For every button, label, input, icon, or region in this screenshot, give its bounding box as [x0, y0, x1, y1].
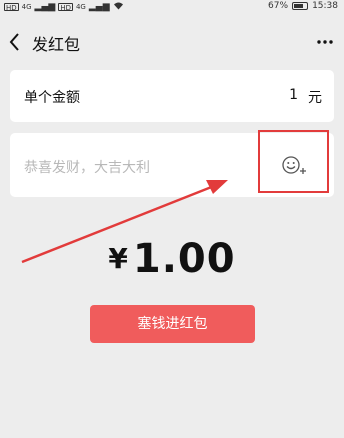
battery-percent: 67%: [268, 1, 289, 11]
hd-badge-2: HD: [58, 3, 73, 12]
annotation-highlight-box: [258, 130, 329, 193]
signal-4g-label: 4G: [21, 3, 32, 11]
amount-label: 单个金额: [24, 90, 80, 106]
amount-value[interactable]: 1: [289, 87, 298, 107]
amount-row[interactable]: 单个金额 1 元: [10, 70, 334, 122]
more-dots-icon[interactable]: [316, 34, 334, 50]
status-bar: HD 4G ▂▄▆ HD 4G ▂▄▆ 67% 15:38: [0, 0, 344, 14]
signal-indicators: HD 4G ▂▄▆ HD 4G ▂▄▆: [4, 1, 124, 13]
hd-badge: HD: [4, 3, 19, 12]
chevron-left-icon[interactable]: [6, 30, 24, 54]
amount-value-group: 1 元: [289, 87, 322, 107]
signal-bars-icon: ▂▄▆: [34, 2, 56, 12]
status-right: 67% 15:38: [268, 1, 338, 11]
battery-icon: [292, 2, 309, 10]
page-title: 发红包: [32, 35, 81, 54]
currency-symbol: ¥: [108, 242, 129, 275]
total-amount: ¥1.00: [0, 236, 344, 282]
clock-time: 15:38: [312, 1, 338, 11]
annotation-arrow: [21, 180, 228, 264]
submit-red-packet-button[interactable]: 塞钱进红包: [90, 305, 255, 343]
blessing-placeholder: 恭喜发财，大吉大利: [24, 160, 150, 176]
nav-bar: 发红包: [0, 20, 344, 64]
signal-bars-icon-2: ▂▄▆: [88, 2, 110, 12]
wifi-icon: [113, 1, 124, 13]
signal-4g-label-2: 4G: [75, 3, 86, 11]
total-value: 1.00: [132, 236, 236, 282]
amount-unit: 元: [308, 90, 322, 106]
